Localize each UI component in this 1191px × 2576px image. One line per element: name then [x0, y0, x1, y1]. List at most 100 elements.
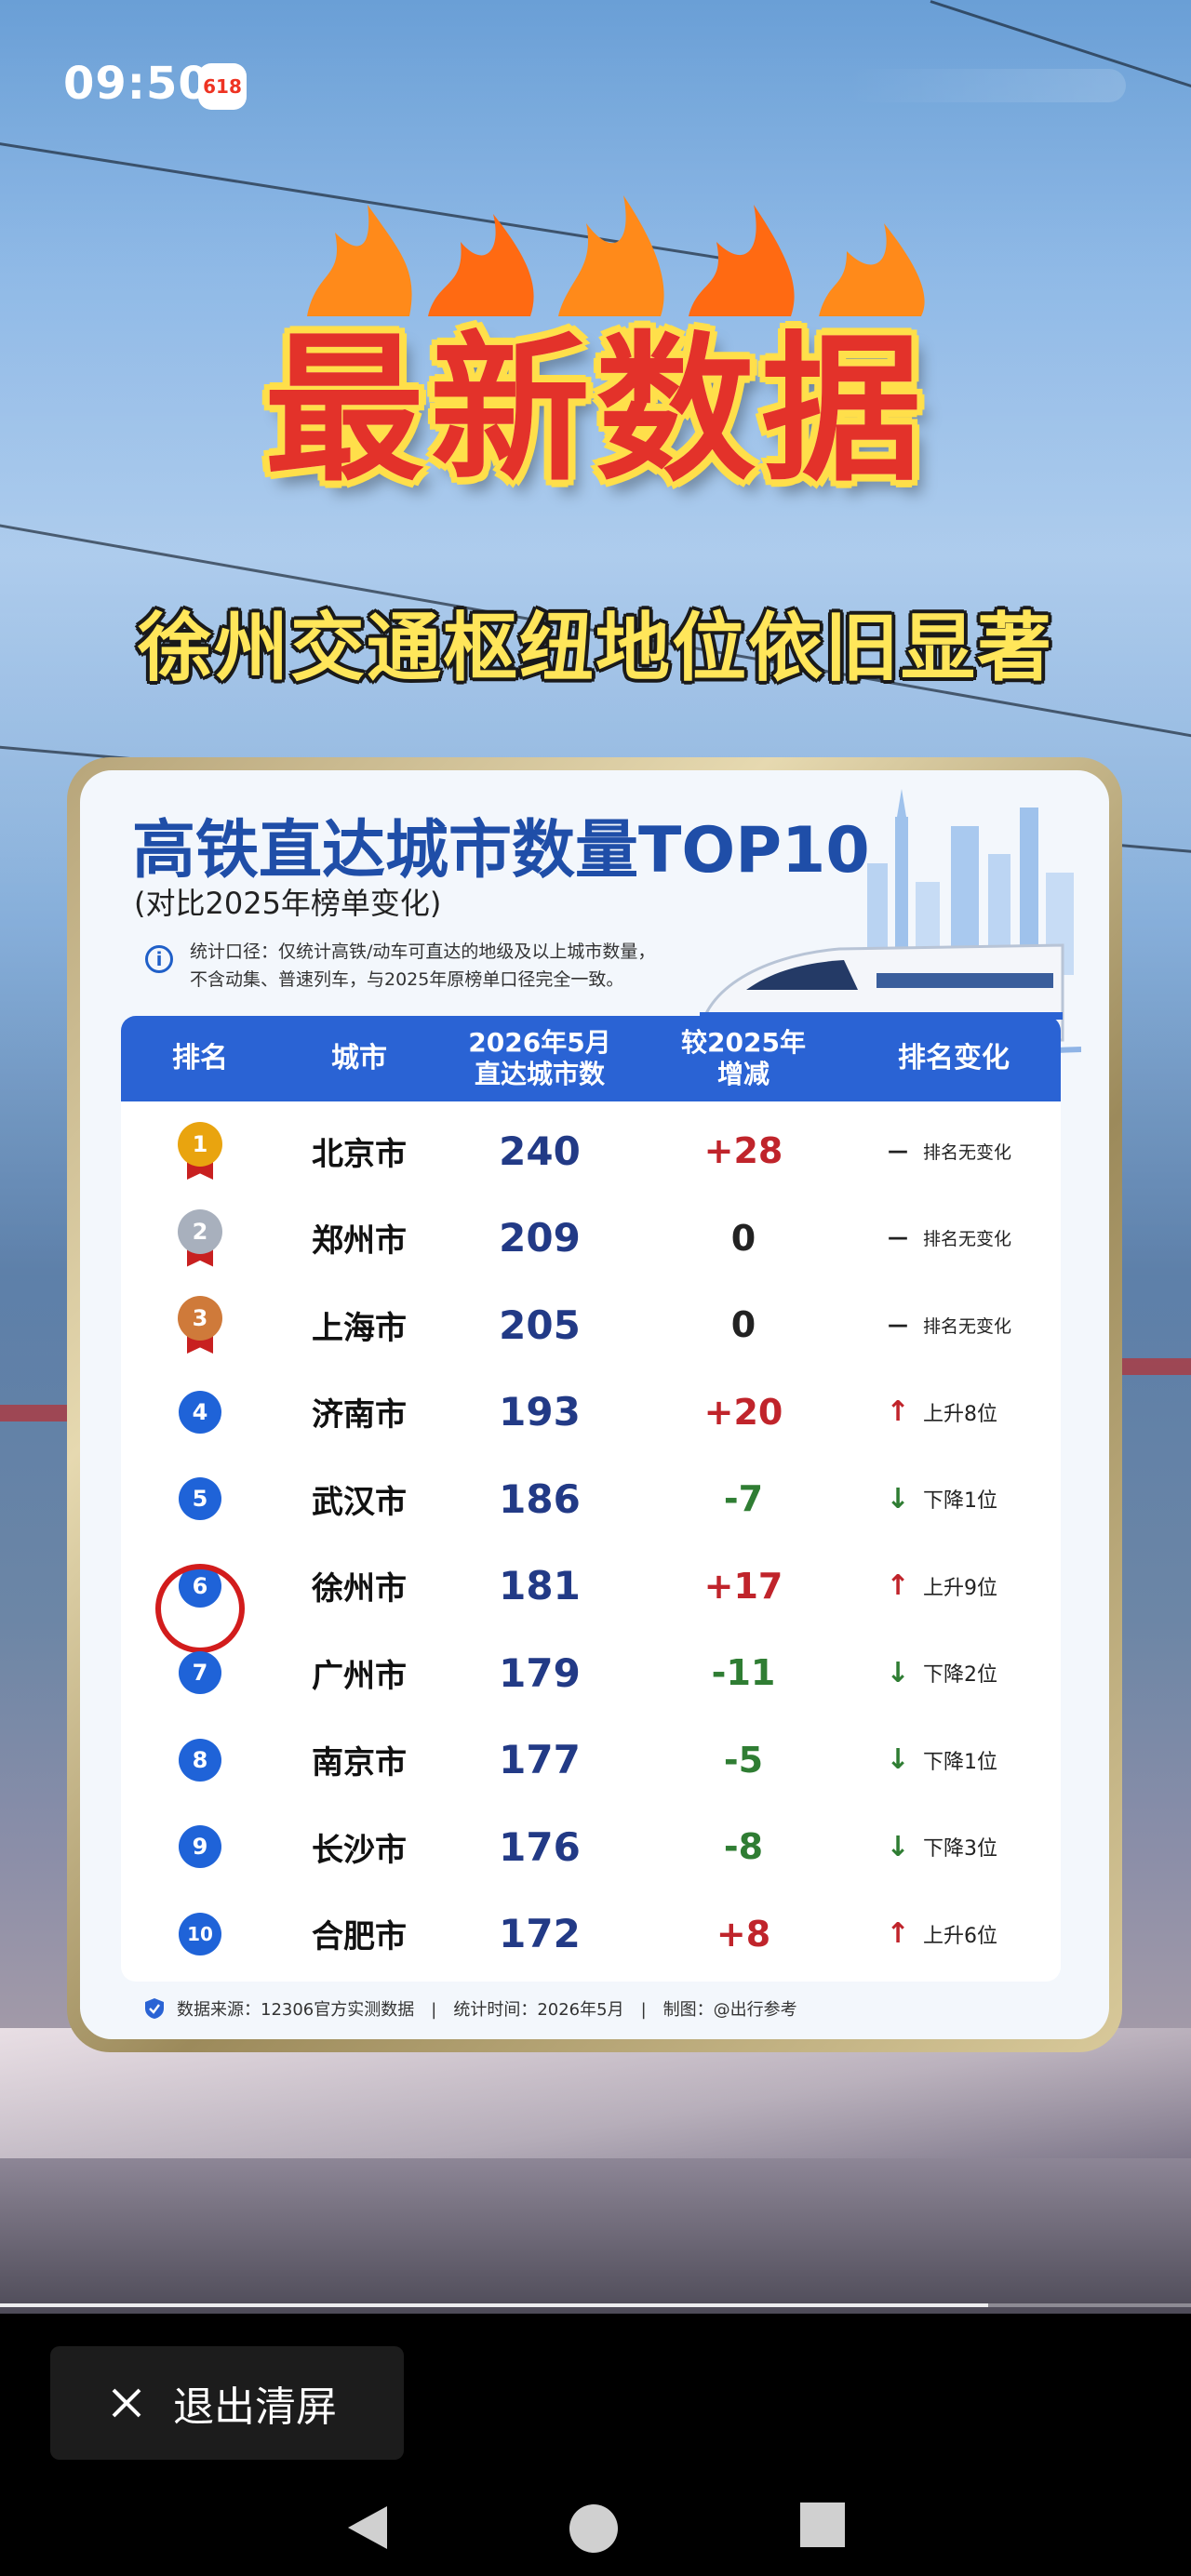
rank-change-text: 下降3位 [923, 1837, 997, 1861]
delta-cell: +20 [703, 1391, 783, 1433]
rank-cell: 8 [121, 1738, 279, 1782]
delta-cell: -11 [711, 1652, 776, 1693]
delta-cell: +17 [703, 1565, 783, 1607]
header-count-line: 直达城市数 [474, 1059, 605, 1089]
info-icon: i [145, 945, 173, 973]
table-row: 6 徐州市 181 +17 ↑ 上升9位 [121, 1542, 1061, 1653]
rank-change-text: 下降1位 [923, 1750, 997, 1774]
rank-change-text: 排名无变化 [923, 1229, 1012, 1249]
rank-cell: 7 [121, 1651, 279, 1694]
status-time: 09:50 [63, 58, 210, 110]
city-cell: 合肥市 [312, 1918, 407, 1955]
table-row: 5 武汉市 186 -7 ↓ 下降1位 [121, 1455, 1061, 1542]
city-cell: 上海市 [312, 1309, 407, 1347]
rank-number: 3 [178, 1296, 222, 1341]
rank-cell: 9 [121, 1825, 279, 1868]
rank-change-cell: — 排名无变化 [847, 1313, 1061, 1338]
rank-number: 5 [179, 1477, 221, 1520]
arrow-down-icon: ↓ [886, 1830, 910, 1863]
medal-icon: 2 [174, 1208, 226, 1267]
rank-change-cell: ↑ 上升9位 [847, 1569, 1061, 1602]
rank-cell: 4 [121, 1390, 279, 1434]
arrow-down-icon: ↓ [886, 1743, 910, 1776]
card-subtitle: (对比2025年榜单变化) [134, 886, 442, 921]
table-row: 2 郑州市 209 0 — 排名无变化 [121, 1195, 1061, 1282]
medal-icon: 3 [174, 1296, 226, 1354]
count-cell: 193 [499, 1389, 581, 1435]
dash-icon: — [888, 1139, 908, 1163]
card-title: 高铁直达城市数量TOP10 [132, 814, 870, 888]
rank-change-text: 上升6位 [923, 1924, 997, 1948]
city-cell: 郑州市 [312, 1222, 407, 1260]
table-row: 9 长沙市 176 -8 ↓ 下降3位 [121, 1803, 1061, 1890]
header-count-line: 2026年5月 [468, 1027, 611, 1058]
rank-change-text: 排名无变化 [923, 1315, 1012, 1337]
subheadline: 徐州交通枢纽地位依旧显著 [138, 605, 1053, 691]
rank-cell: 3 [121, 1296, 279, 1354]
table-row: 1 北京市 240 +28 — 排名无变化 [121, 1107, 1061, 1195]
count-cell: 172 [499, 1911, 581, 1956]
rank-cell: 5 [121, 1477, 279, 1520]
count-cell: 181 [499, 1563, 581, 1608]
video-progress-bar[interactable] [0, 2303, 1191, 2307]
count-cell: 205 [499, 1301, 581, 1348]
rank-change-cell: ↑ 上升8位 [847, 1395, 1061, 1428]
exit-clear-screen-button[interactable]: 退出清屏 [50, 2346, 404, 2460]
table-body: 1 北京市 240 +28 — 排名无变化 2 郑州市 209 0 — 排名无变化 3 上海市 205 0 — 排… [121, 1101, 1061, 1982]
rank-cell: 1 [121, 1122, 279, 1180]
city-cell: 济南市 [312, 1396, 407, 1434]
exit-clear-screen-label: 退出清屏 [173, 2383, 337, 2431]
ranking-card: 高铁直达城市数量TOP10 (对比2025年榜单变化) i 统计口径：仅统计高铁… [80, 770, 1109, 2039]
header-delta-line: 增减 [716, 1059, 769, 1089]
count-cell: 176 [499, 1823, 581, 1870]
arrow-up-icon: ↑ [886, 1569, 910, 1602]
city-cell: 武汉市 [312, 1483, 407, 1521]
header-delta: 较2025年 增减 [640, 1027, 847, 1090]
recents-nav-icon[interactable] [800, 2503, 845, 2547]
header-rank: 排名 [172, 1042, 228, 1074]
delta-cell: +8 [716, 1913, 771, 1955]
platform-floor [0, 2158, 1191, 2314]
status-icons [847, 69, 1126, 102]
back-nav-icon[interactable] [344, 2503, 391, 2553]
rank-change-text: 上升9位 [923, 1576, 997, 1600]
table-row: 10 合肥市 172 +8 ↑ 上升6位 [121, 1890, 1061, 1978]
delta-cell: -7 [723, 1478, 764, 1519]
app-badge-icon: 618 [198, 63, 247, 110]
rank-cell: 6 [121, 1563, 279, 1653]
home-nav-icon[interactable] [568, 2503, 620, 2555]
dash-icon: — [888, 1313, 908, 1337]
arrow-up-icon: ↑ [886, 1395, 910, 1428]
table-header: 排名 城市 2026年5月 直达城市数 较2025年 增减 排名变化 [121, 1016, 1061, 1101]
city-cell: 长沙市 [312, 1831, 407, 1869]
data-source: 数据来源：12306官方实测数据 | 统计时间：2026年5月 | 制图：@出行… [145, 1996, 797, 2021]
close-icon [112, 2388, 141, 2418]
rank-number: 7 [179, 1651, 221, 1694]
rank-change-cell: — 排名无变化 [847, 1139, 1061, 1164]
table-row: 8 南京市 177 -5 ↓ 下降1位 [121, 1716, 1061, 1804]
rank-change-text: 排名无变化 [923, 1141, 1012, 1163]
count-cell: 177 [499, 1737, 581, 1782]
table-row: 3 上海市 205 0 — 排名无变化 [121, 1281, 1061, 1368]
rank-number: 9 [179, 1825, 221, 1868]
video-progress-fill [0, 2303, 989, 2307]
rank-number: 4 [179, 1390, 221, 1434]
rank-change-text: 上升8位 [923, 1402, 997, 1426]
headline: 最新数据 [264, 316, 927, 503]
statistics-note: 统计口径：仅统计高铁/动车可直达的地级及以上城市数量， 不含动集、普速列车，与2… [190, 938, 767, 994]
data-source-text: 数据来源：12306官方实测数据 | 统计时间：2026年5月 | 制图：@出行… [177, 2000, 797, 2020]
delta-cell: +28 [703, 1130, 783, 1171]
table-row: 7 广州市 179 -11 ↓ 下降2位 [121, 1629, 1061, 1716]
rank-change-cell: — 排名无变化 [847, 1225, 1061, 1250]
delta-cell: -8 [723, 1826, 764, 1867]
header-change: 排名变化 [898, 1042, 1010, 1074]
rank-number: 8 [179, 1738, 221, 1782]
rank-change-text: 下降2位 [923, 1663, 997, 1687]
city-cell: 徐州市 [312, 1570, 407, 1608]
delta-cell: 0 [730, 1217, 756, 1259]
note-line: 不含动集、普速列车，与2025年原榜单口径完全一致。 [190, 969, 624, 990]
city-cell: 广州市 [312, 1657, 407, 1695]
rank-change-cell: ↓ 下降3位 [847, 1831, 1061, 1863]
rank-change-text: 下降1位 [923, 1489, 997, 1513]
rank-change-cell: ↓ 下降1位 [847, 1483, 1061, 1515]
